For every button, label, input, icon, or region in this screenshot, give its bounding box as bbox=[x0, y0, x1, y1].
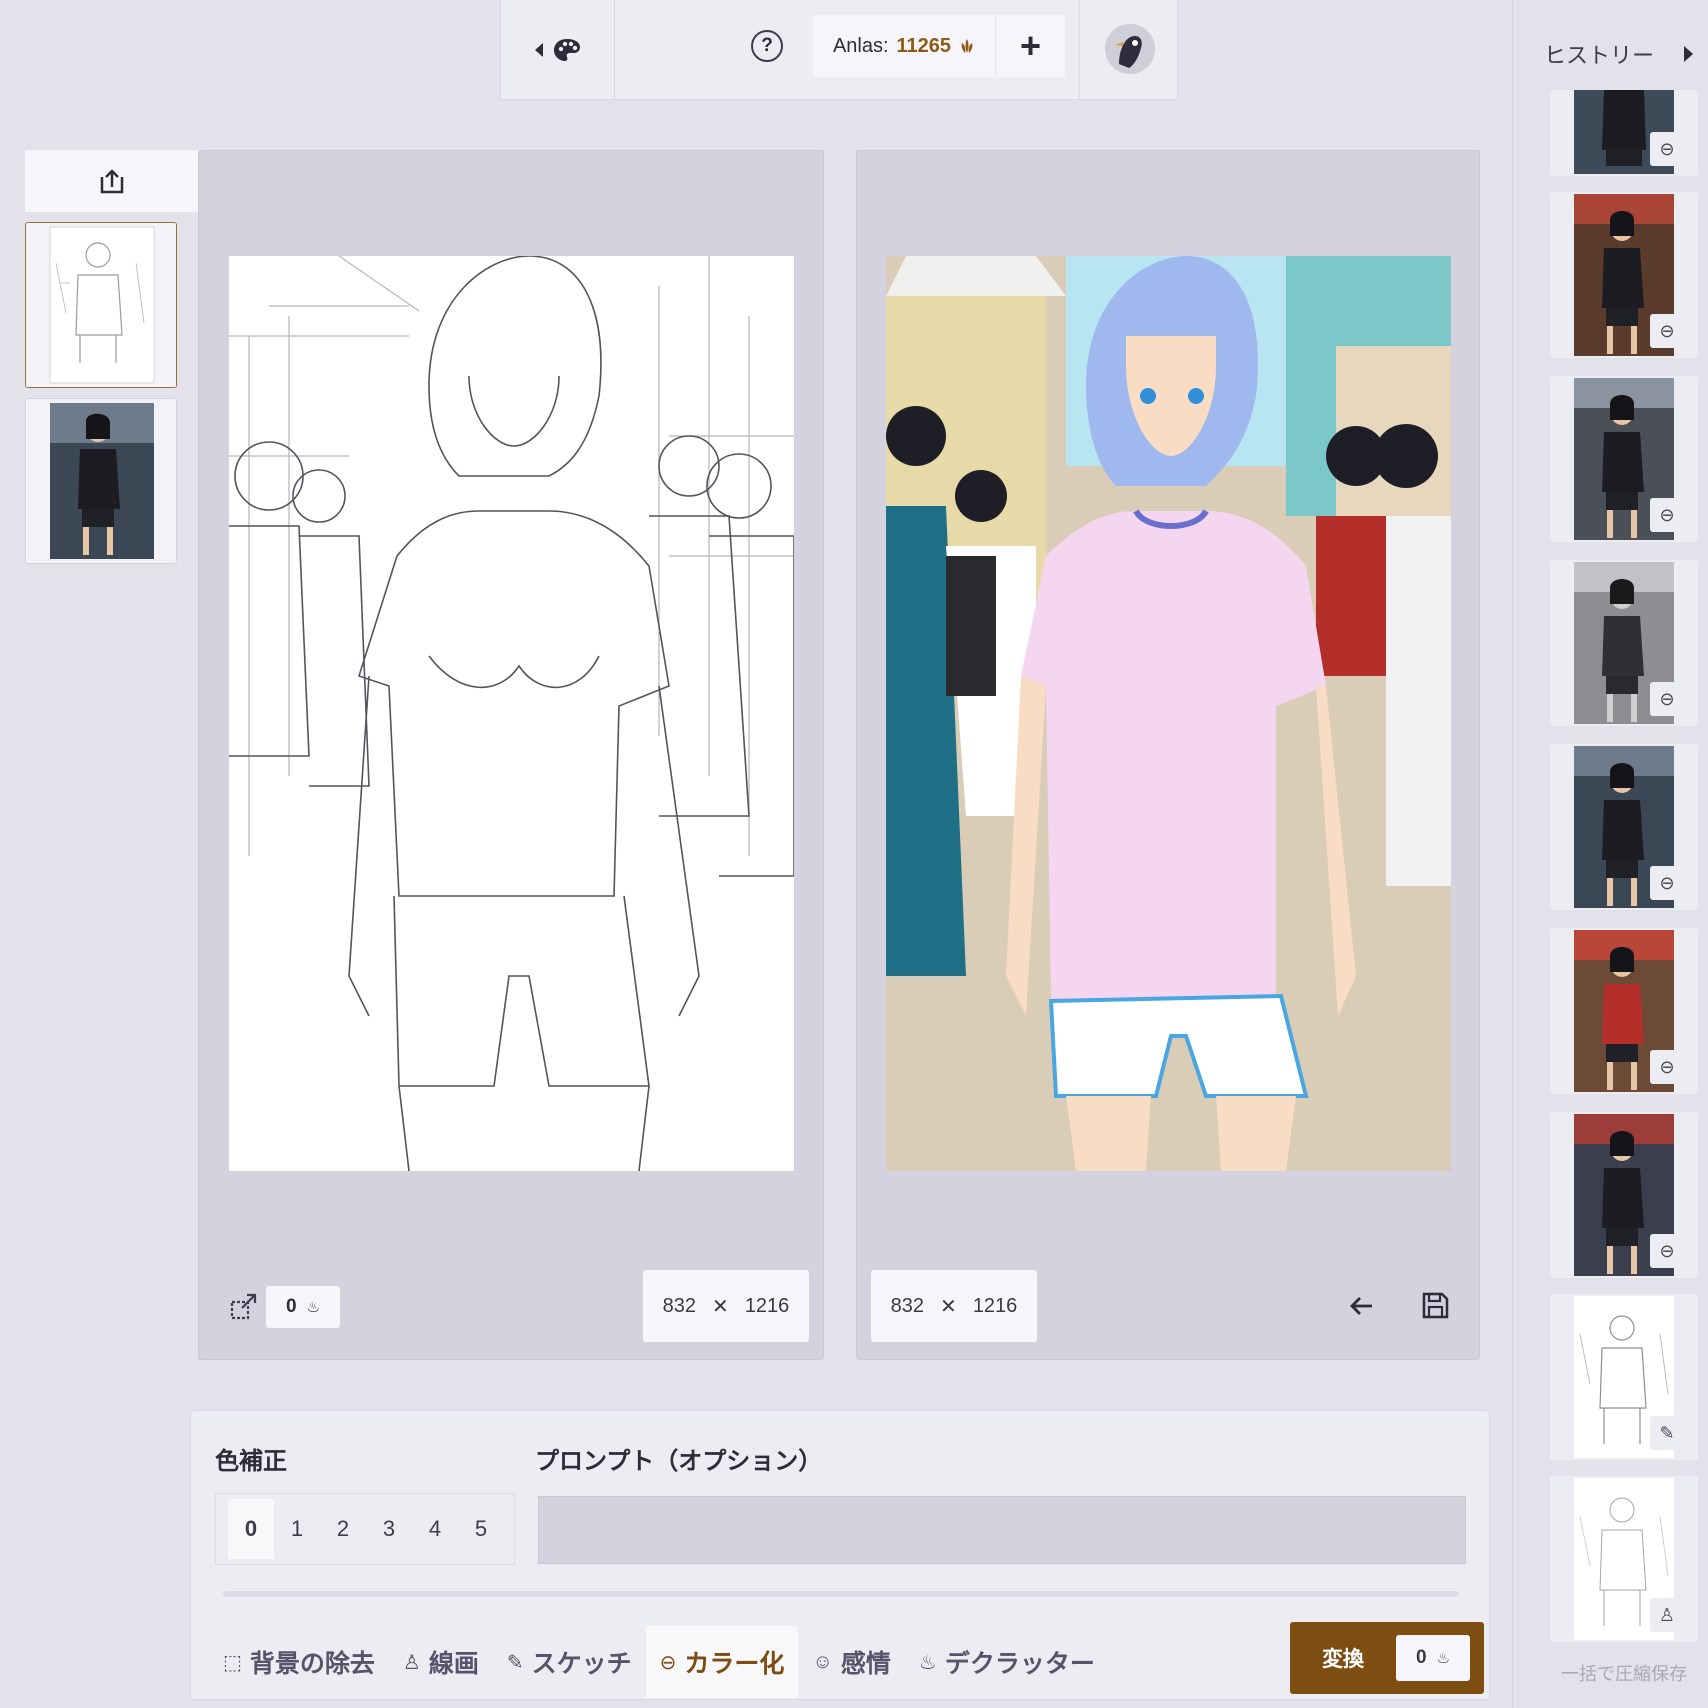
tab-label: カラー化 bbox=[684, 1650, 785, 1678]
tab-background-removal[interactable]: ⬚ 背景の除去 bbox=[209, 1626, 389, 1698]
source-height: 1216 bbox=[744, 1294, 790, 1317]
result-width: 832 bbox=[890, 1294, 925, 1317]
declutter-icon: ♨ bbox=[918, 1651, 937, 1674]
convert-cost-value: 0 bbox=[1415, 1647, 1427, 1668]
colorize-icon: ⊖ bbox=[1650, 132, 1684, 166]
upscale-cost-chip: 0 ♨ bbox=[266, 1286, 340, 1328]
history-item[interactable]: ⊖ bbox=[1550, 560, 1698, 726]
lineart-icon: ♙ bbox=[402, 1651, 421, 1674]
upscale-cost-value: 0 bbox=[285, 1296, 297, 1317]
colorize-icon: ⊖ bbox=[1650, 314, 1684, 348]
history-item[interactable]: ⊖ bbox=[1550, 90, 1698, 176]
convert-label: 変換 bbox=[1322, 1648, 1364, 1671]
history-item[interactable]: ⊖ bbox=[1550, 376, 1698, 542]
tab-label: 感情 bbox=[840, 1650, 891, 1678]
upload-icon bbox=[100, 169, 124, 194]
tab-colorize[interactable]: ⊖ カラー化 bbox=[645, 1626, 799, 1698]
toolbar-divider bbox=[1079, 0, 1080, 100]
result-dimensions: 832 ✕ 1216 bbox=[871, 1270, 1037, 1342]
upload-button[interactable] bbox=[25, 150, 199, 212]
history-item[interactable]: ⊖ bbox=[1550, 744, 1698, 910]
history-item[interactable]: ⊖ bbox=[1550, 1112, 1698, 1278]
source-lineart-image bbox=[229, 256, 794, 1171]
times-icon: ✕ bbox=[940, 1295, 957, 1318]
color-correction-title: 色補正 bbox=[215, 1448, 287, 1475]
history-title: ヒストリー bbox=[1544, 43, 1655, 68]
color-level-0[interactable]: 0 bbox=[228, 1499, 274, 1559]
color-level-3[interactable]: 3 bbox=[366, 1499, 412, 1559]
sketch-icon: ✎ bbox=[1650, 1416, 1684, 1450]
history-header[interactable]: ヒストリー bbox=[1544, 34, 1694, 74]
help-icon[interactable]: ? bbox=[751, 30, 783, 62]
bulk-save-link[interactable]: 一括で圧縮保存 bbox=[1550, 1660, 1698, 1686]
tab-label: スケッチ bbox=[531, 1650, 632, 1678]
colorize-icon: ⊖ bbox=[1650, 498, 1684, 532]
tab-sketch[interactable]: ✎ スケッチ bbox=[493, 1626, 646, 1698]
background-removal-icon: ⬚ bbox=[223, 1651, 242, 1674]
colorize-icon: ⊖ bbox=[1650, 1050, 1684, 1084]
emotion-icon: ☺ bbox=[812, 1650, 833, 1673]
color-level-1[interactable]: 1 bbox=[274, 1499, 320, 1559]
tab-declutter[interactable]: ♨ デクラッター bbox=[905, 1626, 1109, 1698]
caret-right-icon bbox=[1684, 46, 1693, 62]
anlas-label: Anlas: bbox=[832, 34, 889, 57]
lineart-icon: ♙ bbox=[1650, 1598, 1684, 1632]
anlas-value: 11265 bbox=[896, 34, 952, 57]
times-icon: ✕ bbox=[712, 1295, 729, 1318]
history-item[interactable]: ♙ bbox=[1550, 1476, 1698, 1642]
color-level-2[interactable]: 2 bbox=[320, 1499, 366, 1559]
use-as-source-arrow-icon[interactable] bbox=[1348, 1292, 1376, 1320]
convert-button[interactable]: 変換 0 ♨ bbox=[1290, 1622, 1484, 1694]
history-item[interactable]: ⊖ bbox=[1550, 928, 1698, 1094]
colorize-icon: ⊖ bbox=[1650, 866, 1684, 900]
tool-tabs: ⬚ 背景の除去 ♙ 線画 ✎ スケッチ ⊖ カラー化 ☺ 感情 ♨ デクラッター bbox=[209, 1625, 1109, 1699]
color-level-5[interactable]: 5 bbox=[458, 1499, 504, 1559]
top-toolbar: ? Anlas: 11265 + bbox=[500, 0, 1178, 100]
colorize-icon: ⊖ bbox=[1650, 682, 1684, 716]
color-correction-selector: 0 1 2 3 4 5 bbox=[215, 1493, 515, 1565]
source-dimensions: 832 ✕ 1216 bbox=[643, 1270, 809, 1342]
sketch-icon: ✎ bbox=[506, 1651, 524, 1674]
colorize-icon: ⊖ bbox=[1650, 1234, 1684, 1268]
tab-lineart[interactable]: ♙ 線画 bbox=[389, 1626, 493, 1698]
convert-cost-chip: 0 ♨ bbox=[1396, 1635, 1470, 1681]
color-level-4[interactable]: 4 bbox=[412, 1499, 458, 1559]
tab-label: 線画 bbox=[428, 1650, 479, 1678]
tab-label: 背景の除去 bbox=[249, 1650, 375, 1678]
upscale-icon[interactable] bbox=[228, 1290, 260, 1322]
anlas-icon: ♨ bbox=[1436, 1650, 1451, 1667]
result-height: 1216 bbox=[972, 1294, 1018, 1317]
palette-icon bbox=[553, 38, 580, 61]
buy-anlas-button[interactable]: + bbox=[995, 15, 1065, 77]
caret-left-icon bbox=[534, 42, 543, 57]
history-divider bbox=[1512, 0, 1513, 1708]
progress-track bbox=[223, 1591, 1459, 1597]
tab-emotion[interactable]: ☺ 感情 bbox=[798, 1626, 904, 1698]
tab-label: デクラッター bbox=[944, 1650, 1095, 1678]
anlas-icon: ♨ bbox=[306, 1299, 321, 1316]
anlas-icon bbox=[961, 39, 973, 53]
anlas-balance: Anlas: 11265 bbox=[813, 15, 995, 77]
save-icon[interactable] bbox=[1420, 1290, 1450, 1320]
history-item[interactable]: ✎ bbox=[1550, 1294, 1698, 1460]
source-thumbnail-color[interactable] bbox=[25, 398, 177, 564]
colorize-icon: ⊖ bbox=[659, 1651, 677, 1674]
source-width: 832 bbox=[662, 1294, 697, 1317]
result-colorized-image bbox=[886, 256, 1451, 1171]
user-avatar[interactable] bbox=[1105, 24, 1155, 74]
prompt-title: プロンプト（オプション） bbox=[535, 1448, 823, 1475]
history-item[interactable]: ⊖ bbox=[1550, 192, 1698, 358]
palette-toggle[interactable] bbox=[501, 0, 615, 99]
prompt-input[interactable] bbox=[538, 1496, 1466, 1564]
source-thumbnail-lineart[interactable] bbox=[25, 222, 177, 388]
